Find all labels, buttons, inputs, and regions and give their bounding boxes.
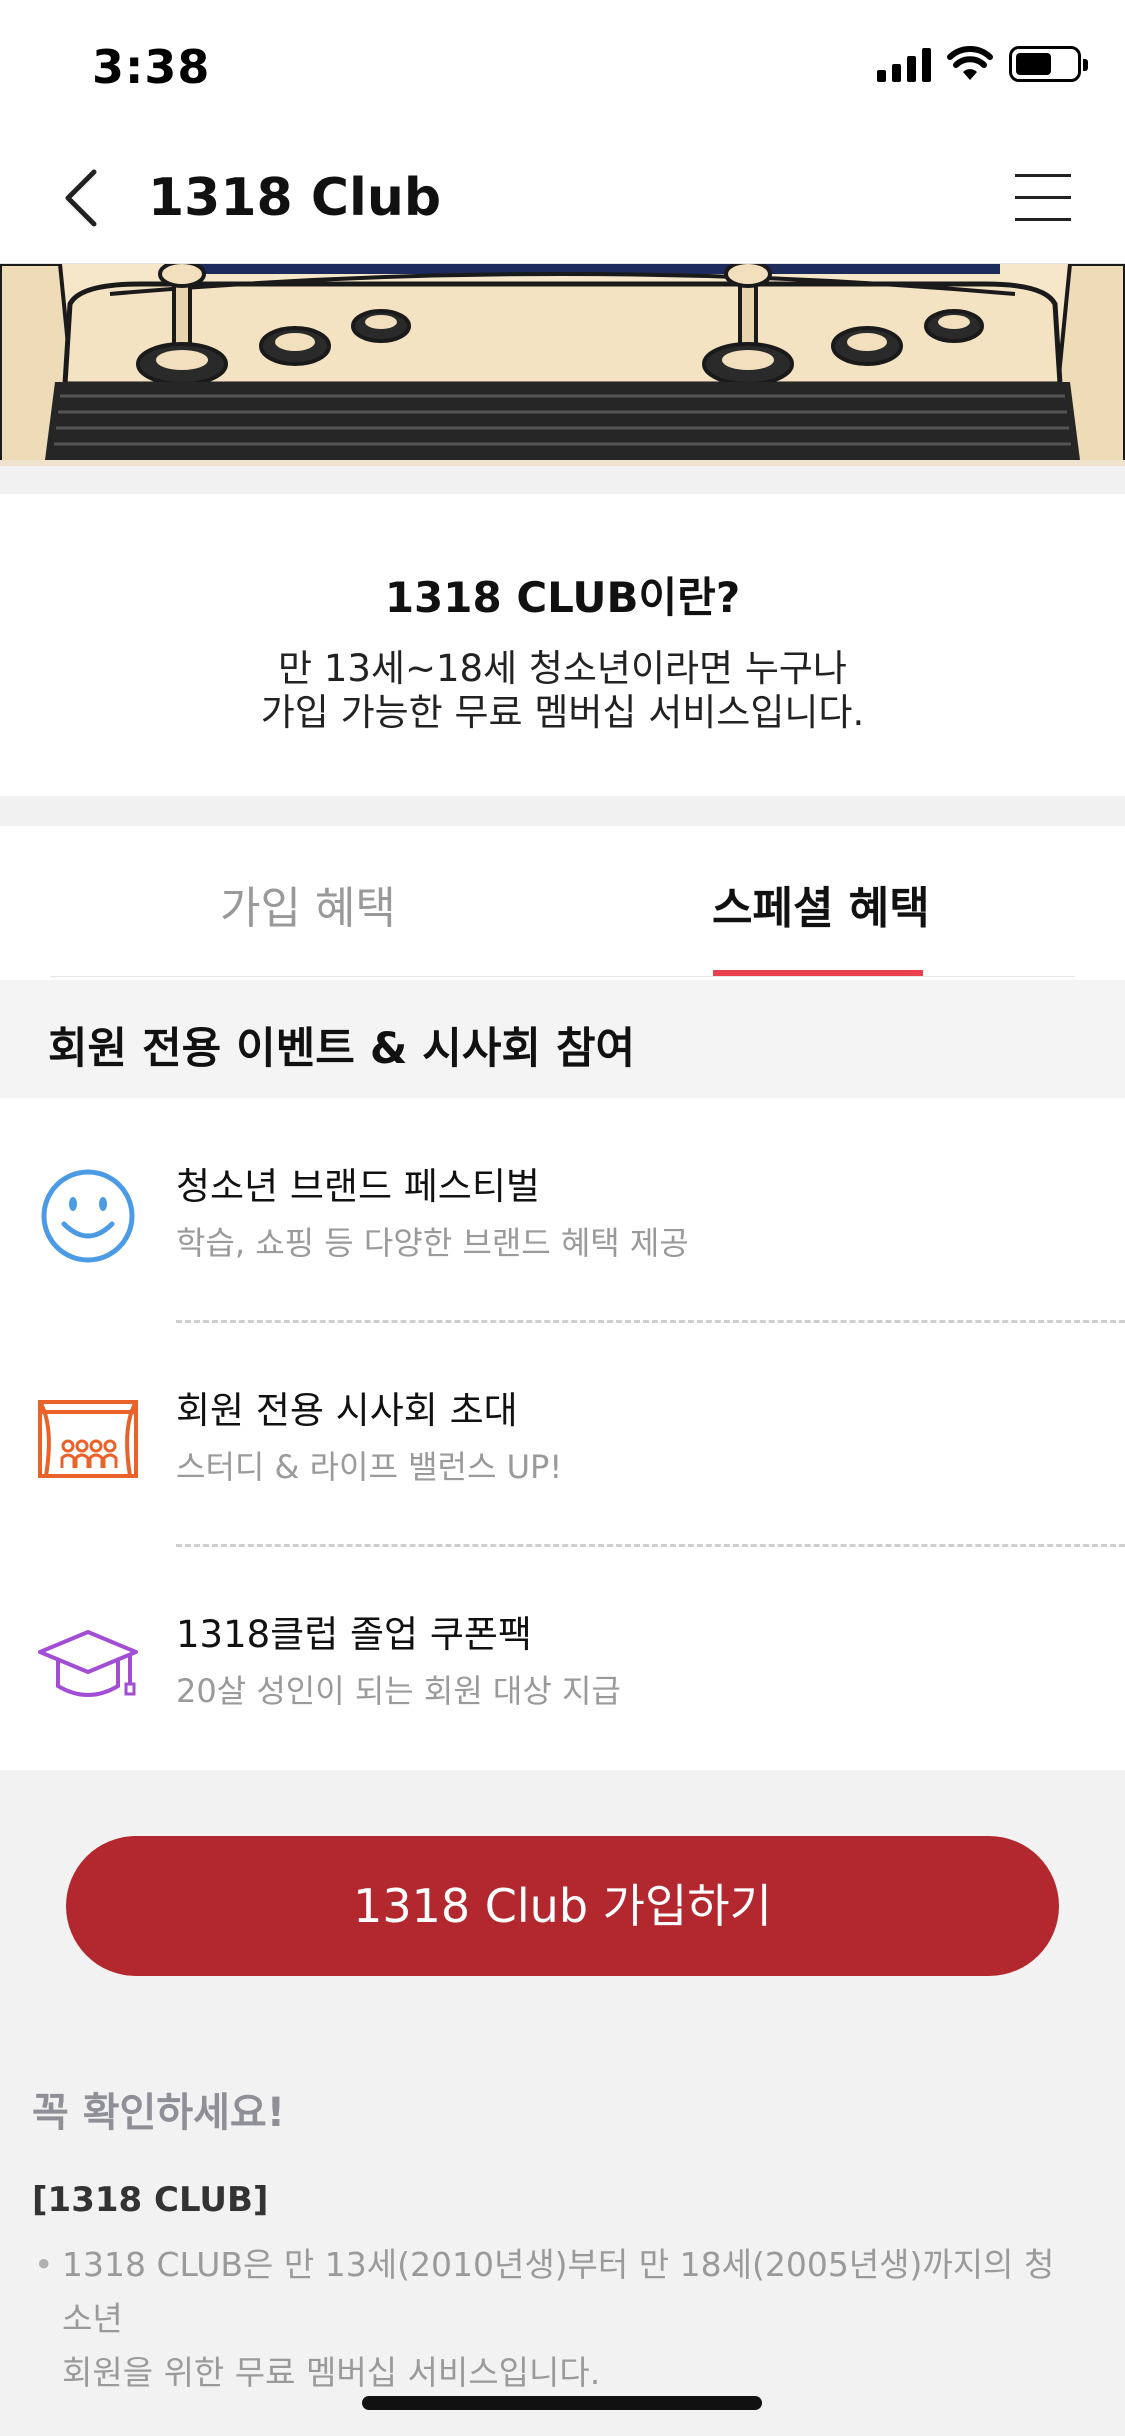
section-gap bbox=[0, 796, 1125, 826]
benefit-title: 회원 전용 시사회 초대 bbox=[176, 1389, 518, 1432]
intro-section: 1318 CLUB이란? 만 13세~18세 청소년이라면 누구나 가입 가능한… bbox=[0, 494, 1125, 796]
list-item: 청소년 브랜드 페스티벌 학습, 쇼핑 등 다양한 브랜드 혜택 제공 bbox=[0, 1098, 1125, 1322]
arcade-console-illustration bbox=[0, 264, 1125, 466]
nav-bar: 1318 Club bbox=[0, 132, 1125, 264]
intro-title: 1318 CLUB이란? bbox=[384, 573, 741, 622]
status-bar: 3:38 bbox=[0, 0, 1125, 132]
signal-icon bbox=[877, 46, 931, 82]
home-indicator bbox=[362, 2396, 762, 2410]
notice-line1: 1318 CLUB은 만 13세(2010년생)부터 만 18세(2005년생)… bbox=[62, 2245, 1055, 2338]
menu-button[interactable] bbox=[1015, 170, 1075, 226]
hamburger-menu-icon bbox=[1015, 174, 1071, 177]
intro-description: 만 13세~18세 청소년이라면 누구나 가입 가능한 무료 멤버십 서비스입니… bbox=[0, 647, 1125, 735]
battery-icon bbox=[1009, 46, 1088, 82]
intro-desc-line1: 만 13세~18세 청소년이라면 누구나 bbox=[278, 647, 847, 690]
page-title: 1318 Club bbox=[148, 168, 442, 228]
back-button[interactable] bbox=[48, 162, 120, 234]
tab-divider bbox=[50, 976, 1075, 977]
benefit-desc: 20살 성인이 되는 회원 대상 지급 bbox=[176, 1672, 621, 1710]
section-gap bbox=[0, 466, 1125, 494]
benefit-desc: 학습, 쇼핑 등 다양한 브랜드 혜택 제공 bbox=[176, 1224, 689, 1262]
notice-title: 꼭 확인하세요! bbox=[32, 2090, 285, 2136]
notice-line2: 회원을 위한 무료 멤버십 서비스입니다. bbox=[62, 2353, 601, 2392]
benefit-title: 1318클럽 졸업 쿠폰팩 bbox=[176, 1613, 532, 1656]
benefit-title: 청소년 브랜드 페스티벌 bbox=[176, 1165, 540, 1208]
list-item: 회원 전용 시사회 초대 스터디 & 라이프 밸런스 UP! bbox=[0, 1322, 1125, 1546]
section-title: 회원 전용 이벤트 & 시사회 참여 bbox=[48, 1024, 636, 1074]
smiley-face-icon bbox=[41, 1169, 135, 1263]
chevron-left-icon bbox=[65, 169, 97, 227]
intro-desc-line2: 가입 가능한 무료 멤버십 서비스입니다. bbox=[260, 691, 865, 734]
tab-special-benefits[interactable]: 스페셜 혜택 bbox=[712, 872, 930, 936]
banner-image bbox=[0, 264, 1125, 466]
notice-subtitle: [1318 CLUB] bbox=[32, 2180, 269, 2220]
status-icons bbox=[877, 46, 1088, 82]
join-club-button[interactable]: 1318 Club 가입하기 bbox=[66, 1836, 1059, 1976]
section-header: 회원 전용 이벤트 & 시사회 참여 bbox=[0, 980, 1125, 1098]
notice-text: 1318 CLUB은 만 13세(2010년생)부터 만 18세(2005년생)… bbox=[32, 2238, 1082, 2400]
status-time: 3:38 bbox=[92, 40, 211, 94]
benefit-list: 청소년 브랜드 페스티벌 학습, 쇼핑 등 다양한 브랜드 혜택 제공 회원 전… bbox=[0, 1098, 1125, 1770]
benefit-tabs: 가입 혜택 스페셜 혜택 bbox=[0, 826, 1125, 980]
benefit-desc: 스터디 & 라이프 밸런스 UP! bbox=[176, 1448, 563, 1486]
wifi-icon bbox=[947, 46, 993, 80]
graduation-cap-icon bbox=[38, 1630, 138, 1697]
tab-join-benefits[interactable]: 가입 혜택 bbox=[220, 872, 396, 936]
theater-stage-icon bbox=[38, 1400, 138, 1478]
list-item: 1318클럽 졸업 쿠폰팩 20살 성인이 되는 회원 대상 지급 bbox=[0, 1546, 1125, 1770]
bottom-area: 1318 Club 가입하기 꼭 확인하세요! [1318 CLUB] 1318… bbox=[0, 1770, 1125, 2436]
tab-active-indicator bbox=[713, 970, 923, 976]
